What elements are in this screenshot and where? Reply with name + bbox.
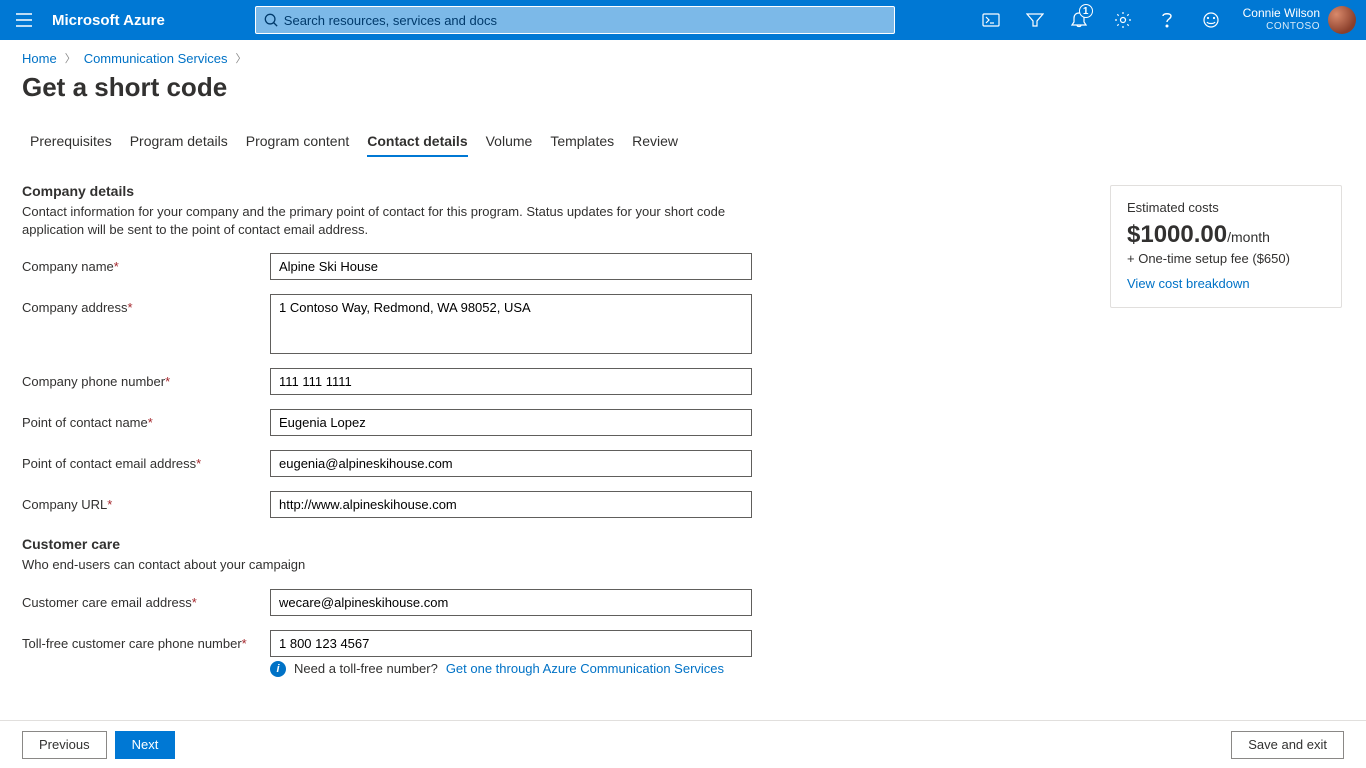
tab-program-content[interactable]: Program content (246, 133, 350, 157)
company-address-label: Company address* (22, 294, 270, 315)
gear-icon (1114, 11, 1132, 29)
company-phone-field[interactable] (270, 368, 752, 395)
company-details-desc: Contact information for your company and… (22, 203, 742, 239)
directory-filter-button[interactable] (1013, 0, 1057, 40)
tab-bar: Prerequisites Program details Program cont… (22, 133, 1344, 157)
help-icon (1162, 12, 1172, 28)
tab-contact-details[interactable]: Contact details (367, 133, 467, 157)
poc-name-field[interactable] (270, 409, 752, 436)
breadcrumb-section[interactable]: Communication Services (84, 51, 228, 66)
brand-name[interactable]: Microsoft Azure (52, 12, 165, 29)
help-button[interactable] (1145, 0, 1189, 40)
chevron-right-icon: 〉 (235, 50, 246, 66)
notification-badge: 1 (1079, 4, 1093, 18)
hamburger-icon (16, 13, 32, 27)
cost-setup-fee: + One-time setup fee ($650) (1127, 251, 1325, 266)
search-placeholder: Search resources, services and docs (284, 13, 497, 28)
breadcrumb: Home 〉 Communication Services 〉 (22, 50, 1344, 66)
user-menu[interactable]: Connie Wilson CONTOSO (1233, 0, 1366, 40)
notifications-button[interactable]: 1 (1057, 0, 1101, 40)
care-email-label: Customer care email address* (22, 589, 270, 610)
care-phone-field[interactable] (270, 630, 752, 657)
cost-card: Estimated costs $1000.00/month + One-tim… (1110, 185, 1342, 308)
cloud-shell-icon (982, 12, 1000, 28)
user-name: Connie Wilson (1243, 7, 1320, 21)
cost-breakdown-link[interactable]: View cost breakdown (1127, 276, 1250, 291)
previous-button[interactable]: Previous (22, 731, 107, 759)
user-org: CONTOSO (1243, 21, 1320, 33)
hamburger-menu[interactable] (0, 0, 48, 40)
page-title: Get a short code (22, 72, 1344, 103)
search-input[interactable]: Search resources, services and docs (255, 6, 895, 34)
next-button[interactable]: Next (115, 731, 176, 759)
footer-bar: Previous Next Save and exit (0, 720, 1366, 768)
tab-review[interactable]: Review (632, 133, 678, 157)
info-icon: i (270, 661, 286, 677)
topbar: Microsoft Azure Search resources, servic… (0, 0, 1366, 40)
care-email-field[interactable] (270, 589, 752, 616)
poc-email-field[interactable] (270, 450, 752, 477)
company-url-field[interactable] (270, 491, 752, 518)
poc-name-label: Point of contact name* (22, 409, 270, 430)
company-address-field[interactable] (270, 294, 752, 354)
company-details-heading: Company details (22, 183, 782, 199)
tab-prerequisites[interactable]: Prerequisites (30, 133, 112, 157)
cloud-shell-button[interactable] (969, 0, 1013, 40)
topbar-icons: 1 (969, 0, 1233, 40)
breadcrumb-home[interactable]: Home (22, 51, 57, 66)
tab-templates[interactable]: Templates (550, 133, 614, 157)
tab-program-details[interactable]: Program details (130, 133, 228, 157)
cost-title: Estimated costs (1127, 200, 1325, 215)
cost-amount-line: $1000.00/month (1127, 221, 1325, 249)
toll-free-info: i Need a toll-free number? Get one throu… (270, 661, 782, 677)
tab-volume[interactable]: Volume (486, 133, 533, 157)
avatar (1328, 6, 1356, 34)
poc-email-label: Point of contact email address* (22, 450, 270, 471)
customer-care-desc: Who end-users can contact about your cam… (22, 556, 742, 574)
cost-suffix: /month (1227, 229, 1270, 245)
company-phone-label: Company phone number* (22, 368, 270, 389)
feedback-icon (1202, 11, 1220, 29)
search-icon (264, 13, 278, 27)
customer-care-heading: Customer care (22, 536, 782, 552)
company-name-field[interactable] (270, 253, 752, 280)
cost-amount: $1000.00 (1127, 221, 1227, 248)
toll-free-info-text: Need a toll-free number? (294, 661, 438, 676)
settings-button[interactable] (1101, 0, 1145, 40)
company-url-label: Company URL* (22, 491, 270, 512)
feedback-button[interactable] (1189, 0, 1233, 40)
filter-icon (1026, 12, 1044, 28)
chevron-right-icon: 〉 (65, 50, 76, 66)
toll-free-info-link[interactable]: Get one through Azure Communication Serv… (446, 661, 724, 676)
save-and-exit-button[interactable]: Save and exit (1231, 731, 1344, 759)
company-name-label: Company name* (22, 253, 270, 274)
care-phone-label: Toll-free customer care phone number* (22, 630, 270, 651)
